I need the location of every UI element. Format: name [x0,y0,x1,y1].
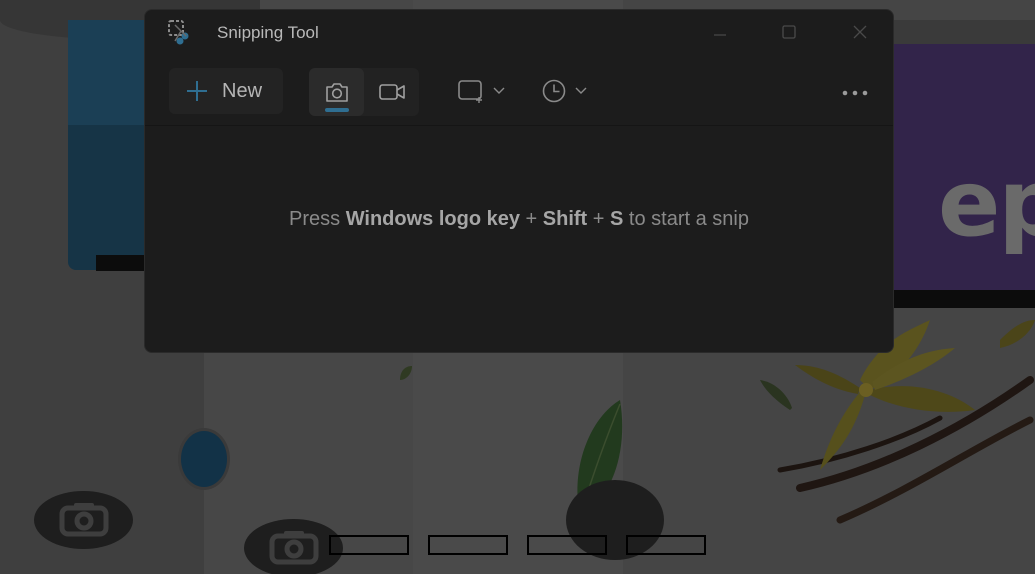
plus-icon [187,81,207,101]
hint-separator: + [519,208,543,230]
hint-key-s: S [610,208,624,230]
more-horizontal-icon [842,90,868,96]
rectangle-snip-icon [458,80,482,103]
maximize-button[interactable] [766,16,812,48]
vanilla-flower-image [760,320,1035,524]
product-headline: epi [938,150,1035,257]
close-icon [853,25,867,39]
record-mode-button[interactable] [364,68,419,116]
blue-seal-badge [178,428,230,490]
carousel-indicator[interactable] [428,535,508,555]
title-bar[interactable]: Snipping Tool [145,10,893,54]
clock-icon [542,79,566,103]
carousel-indicator[interactable] [626,535,706,555]
product-top-strip [893,20,1035,44]
snip-mode-toggle [309,68,419,116]
start-snip-hint: Press Windows logo key + Shift + S to st… [145,208,893,231]
snipping-tool-window: Snipping Tool New Press Windows logo key… [144,9,894,353]
carousel-indicator[interactable] [527,535,607,555]
toolbar: New [145,54,893,126]
window-title: Snipping Tool [217,23,319,42]
new-button-label: New [222,79,263,102]
carousel-indicator[interactable] [329,535,409,555]
active-mode-indicator [325,108,349,112]
chevron-down-icon [575,87,587,94]
snipping-tool-app-icon [168,20,189,45]
leaf-icon [400,366,412,380]
snip-shape-dropdown[interactable] [451,70,511,112]
video-camera-icon [378,84,405,100]
minimize-icon [714,34,726,36]
hint-prefix: Press [289,208,346,230]
lens-camera-icon [59,503,108,537]
screenshot-mode-button[interactable] [309,68,364,116]
lens-camera-icon [269,531,318,565]
carousel-indicators [329,535,709,555]
camera-icon [325,83,348,102]
hint-suffix: to start a snip [623,208,749,230]
more-options-button[interactable] [835,78,875,108]
new-snip-button[interactable]: New [169,68,283,114]
hint-key-shift: Shift [542,208,588,230]
close-button[interactable] [837,16,883,48]
chevron-down-icon [493,87,505,94]
minimize-button[interactable] [697,16,743,48]
maximize-icon [782,25,796,39]
delay-dropdown[interactable] [535,70,593,112]
google-lens-button[interactable] [34,491,133,549]
hint-key-windows: Windows logo key [345,208,520,230]
hint-separator: + [587,208,611,230]
product-black-band [893,290,1035,308]
